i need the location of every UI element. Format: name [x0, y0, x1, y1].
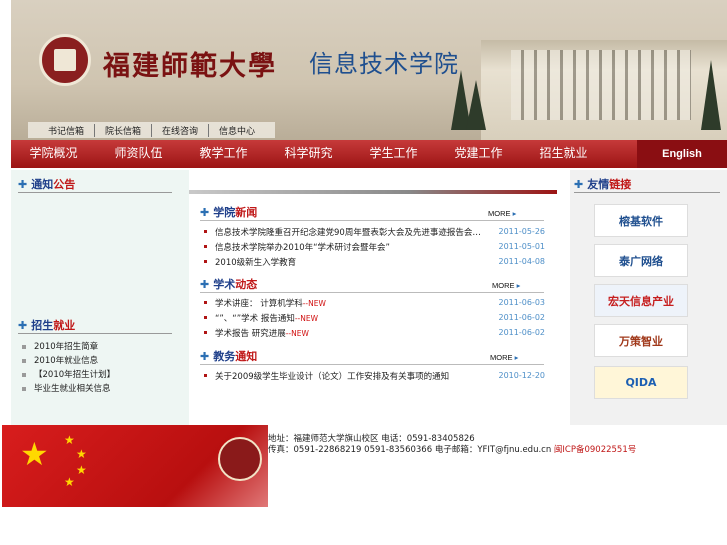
department-name: 信息技术学院 — [309, 50, 459, 78]
partner-link[interactable]: 万策智业 — [594, 324, 688, 357]
campus-building-image — [481, 40, 727, 140]
plus-icon: ✚ — [200, 277, 210, 291]
icp-link[interactable]: 闽ICP备09022551号 — [554, 445, 636, 455]
top-link-online-consult[interactable]: 在线咨询 — [152, 123, 210, 137]
partner-link[interactable]: QIDA — [594, 366, 688, 399]
section-heading-news[interactable]: ✚ 学院 新闻 — [200, 204, 257, 220]
nav-item[interactable]: 学院概况 — [11, 140, 96, 168]
header-bar — [189, 190, 557, 194]
plus-icon: ✚ — [200, 205, 210, 219]
more-link-news[interactable]: MORE ▸ — [488, 209, 516, 218]
plus-icon: ✚ — [574, 177, 584, 191]
partner-link[interactable]: 宏天信息产业 — [594, 284, 688, 317]
main-navigation: 学院概况 师资队伍 教学工作 科学研究 学生工作 党建工作 招生就业 Engli… — [11, 140, 727, 168]
flag-banner-image: ★ ★ ★ ★ ★ — [2, 425, 268, 507]
section-heading-admissions[interactable]: ✚ 招生 就业 — [18, 317, 75, 333]
divider — [18, 192, 172, 193]
plus-icon: ✚ — [200, 349, 210, 363]
news-row[interactable]: “”、“”学术 报告通知--NEW 2011-06-02 — [201, 310, 545, 325]
university-name: 福建師範大學 — [103, 51, 277, 82]
plus-icon: ✚ — [18, 318, 28, 332]
list-item[interactable]: 2010年招生简章 — [22, 340, 115, 354]
list-item[interactable]: 毕业生就业相关信息 — [22, 382, 115, 396]
university-seal — [218, 437, 262, 481]
star-icon: ★ — [76, 447, 87, 461]
more-link-academic[interactable]: MORE ▸ — [492, 281, 520, 290]
divider — [574, 192, 720, 193]
nav-item[interactable]: 科学研究 — [266, 140, 351, 168]
nav-item[interactable]: 师资队伍 — [96, 140, 181, 168]
divider — [200, 292, 544, 293]
list-item[interactable]: 【2010年招生计划】 — [22, 368, 115, 382]
section-heading-links[interactable]: ✚ 友情 链接 — [574, 176, 631, 192]
top-link-dean-mailbox[interactable]: 院长信箱 — [95, 123, 153, 137]
divider — [200, 220, 544, 221]
list-item[interactable]: 2010年就业信息 — [22, 354, 115, 368]
top-link-secretary-mailbox[interactable]: 书记信箱 — [38, 123, 96, 137]
divider — [18, 333, 172, 334]
star-icon: ★ — [76, 463, 87, 477]
star-icon: ★ — [20, 435, 49, 473]
plus-icon: ✚ — [18, 177, 28, 191]
header-banner: 福建師範大學 信息技术学院 — [11, 0, 727, 140]
news-row[interactable]: 学术讲座： 计算机学科--NEW 2011-06-03 — [201, 295, 545, 310]
university-logo — [39, 34, 91, 86]
section-heading-notices[interactable]: ✚ 通知 公告 — [18, 176, 75, 192]
english-link[interactable]: English — [637, 140, 727, 168]
partner-link[interactable]: 榕基软件 — [594, 204, 688, 237]
news-row[interactable]: 2010级新生入学教育 2011-04-08 — [201, 254, 545, 269]
section-heading-teaching[interactable]: ✚ 教务 通知 — [200, 348, 257, 364]
divider — [200, 364, 544, 365]
news-row[interactable]: 学术报告 研究进展--NEW 2011-06-02 — [201, 325, 545, 340]
section-heading-academic[interactable]: ✚ 学术 动态 — [200, 276, 257, 292]
nav-item[interactable]: 学生工作 — [351, 140, 436, 168]
star-icon: ★ — [64, 433, 75, 447]
news-row[interactable]: 信息技术学院举办2010年“学术研讨会暨年会” 2011-05-01 — [201, 239, 545, 254]
admissions-list: 2010年招生简章 2010年就业信息 【2010年招生计划】 毕业生就业相关信… — [22, 340, 115, 396]
news-row[interactable]: 信息技术学院隆重召开纪念建党90周年暨表彰大会及先进事迹报告会… 2011-05-… — [201, 224, 545, 239]
nav-item[interactable]: 党建工作 — [436, 140, 521, 168]
star-icon: ★ — [64, 475, 75, 489]
nav-item[interactable]: 教学工作 — [181, 140, 266, 168]
top-links: 书记信箱 院长信箱 在线咨询 信息中心 — [28, 122, 276, 138]
footer-contact: 传真：0591-22868219 0591-83560366 电子邮箱：YFIT… — [268, 445, 637, 455]
more-link-teaching[interactable]: MORE ▸ — [490, 353, 518, 362]
news-row[interactable]: 关于2009级学生毕业设计（论文）工作安排及有关事项的通知 2010-12-20 — [201, 368, 545, 383]
partner-link[interactable]: 泰广网络 — [594, 244, 688, 277]
top-link-info-center[interactable]: 信息中心 — [209, 124, 265, 137]
nav-item[interactable]: 招生就业 — [521, 140, 606, 168]
